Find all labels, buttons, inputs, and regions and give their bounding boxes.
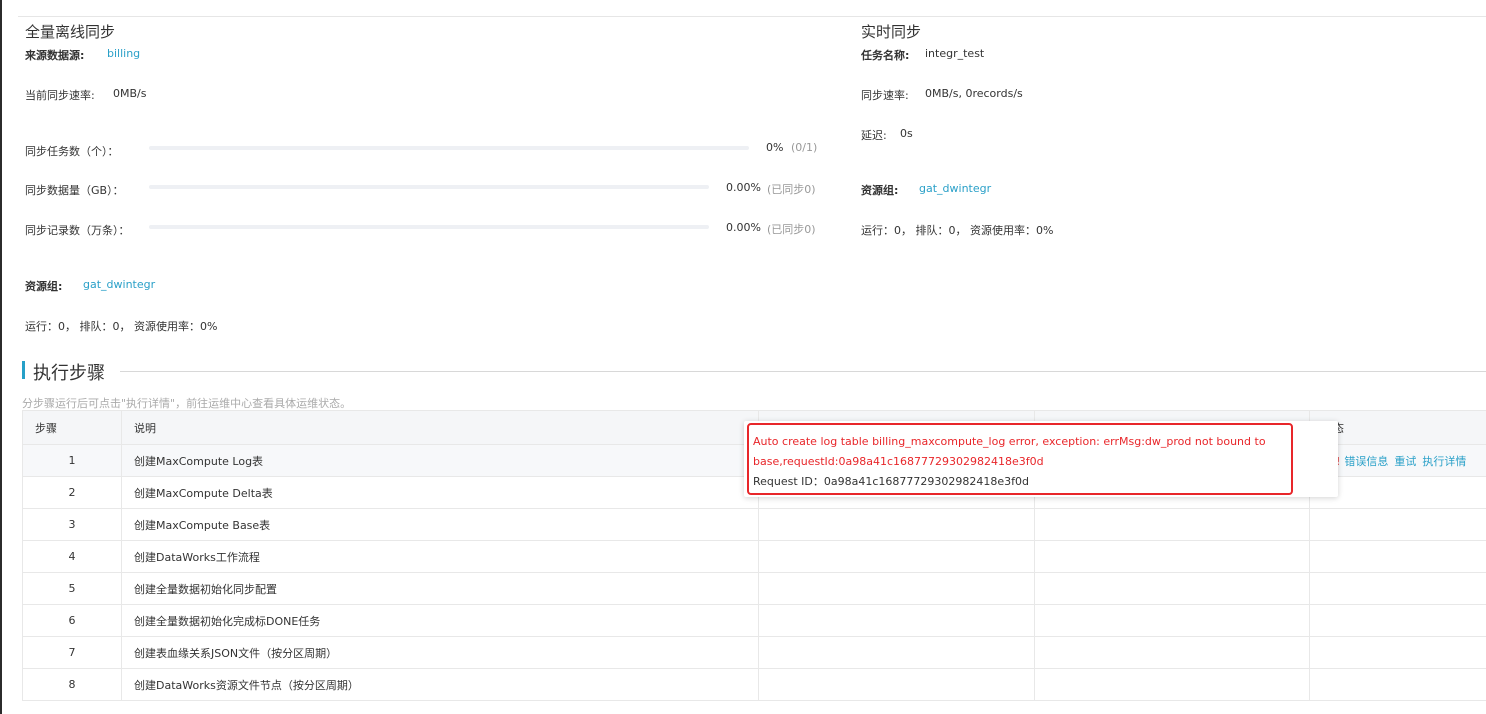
data-volume-label: 同步数据量（GB）： [25, 184, 124, 197]
full-sync-rate-value: 0MB/s [113, 87, 147, 100]
step-number: 3 [22, 508, 122, 541]
records-count-label: 同步记录数（万条）： [25, 224, 130, 237]
full-sync-source-link[interactable]: billing [107, 47, 140, 60]
step-description: 创建全量数据初始化同步配置 [121, 572, 759, 605]
tasks-count-label: 同步任务数（个）： [25, 145, 119, 158]
tasks-percent: 0% [766, 141, 784, 154]
step-cell [758, 508, 1035, 541]
data-volume-detail: (已同步0) [767, 183, 816, 196]
table-row: 3 创建MaxCompute Base表 [22, 508, 1486, 541]
step-cell [1034, 540, 1310, 573]
step-number: 7 [22, 636, 122, 669]
steps-divider [120, 371, 1486, 372]
full-sync-resource-link[interactable]: gat_dwintegr [83, 278, 155, 291]
step-cell [1309, 508, 1486, 541]
step-number: 6 [22, 604, 122, 637]
step-cell [1034, 668, 1310, 701]
realtime-rate-value: 0MB/s, 0records/s [925, 87, 1023, 100]
step-description: 创建MaxCompute Delta表 [121, 476, 759, 509]
step-cell [1309, 572, 1486, 605]
steps-hint: 分步骤运行后可点击"执行详情"，前往运维中心查看具体运维状态。 [22, 397, 352, 410]
step-cell [1034, 604, 1310, 637]
step-description: 创建表血缘关系JSON文件（按分区周期） [121, 636, 759, 669]
realtime-task-label: 任务名称: [861, 49, 910, 62]
step-cell [758, 540, 1035, 573]
step-description: 创建MaxCompute Base表 [121, 508, 759, 541]
realtime-resource-status: 运行：0， 排队：0， 资源使用率：0% [861, 224, 1054, 237]
step-description: 创建DataWorks工作流程 [121, 540, 759, 573]
step-cell [1034, 636, 1310, 669]
step-cell [758, 668, 1035, 701]
realtime-resource-link[interactable]: gat_dwintegr [919, 182, 991, 195]
table-row: 5 创建全量数据初始化同步配置 [22, 572, 1486, 605]
step-cell [1309, 540, 1486, 573]
table-row: 6 创建全量数据初始化完成标DONE任务 [22, 604, 1486, 637]
records-percent: 0.00% [726, 221, 761, 234]
tasks-detail: (0/1) [791, 141, 818, 154]
step-description: 创建DataWorks资源文件节点（按分区周期） [121, 668, 759, 701]
table-row: 4 创建DataWorks工作流程 [22, 540, 1486, 573]
top-divider [18, 16, 1486, 17]
realtime-delay-value: 0s [900, 127, 913, 140]
realtime-delay-label: 延迟: [861, 129, 887, 142]
window-left-edge [0, 0, 2, 714]
records-progress-bar [149, 225, 709, 229]
step-description: 创建MaxCompute Log表 [121, 444, 759, 477]
realtime-rate-label: 同步速率: [861, 89, 909, 102]
table-row: 7 创建表血缘关系JSON文件（按分区周期） [22, 636, 1486, 669]
step-cell [1034, 508, 1310, 541]
tooltip-request-id: Request ID：0a98a41c16877729302982418e3f0… [753, 475, 1030, 488]
step-cell [1034, 572, 1310, 605]
step-number: 2 [22, 476, 122, 509]
step-cell [758, 572, 1035, 605]
steps-title: 执行步骤 [33, 363, 105, 384]
step-number: 1 [22, 444, 122, 477]
tasks-progress-bar [149, 146, 749, 150]
data-volume-percent: 0.00% [726, 181, 761, 194]
step-number: 4 [22, 540, 122, 573]
steps-title-accent [22, 361, 25, 379]
step-cell [1309, 604, 1486, 637]
step-cell [1309, 668, 1486, 701]
execution-detail-link[interactable]: 执行详情 [1422, 455, 1466, 468]
step-cell [1309, 636, 1486, 669]
step-cell [758, 604, 1035, 637]
tooltip-error-message: Auto create log table billing_maxcompute… [753, 435, 1266, 468]
col-header-step: 步骤 [22, 410, 122, 445]
step-cell [758, 636, 1035, 669]
step-description: 创建全量数据初始化完成标DONE任务 [121, 604, 759, 637]
realtime-task-value: integr_test [925, 47, 985, 60]
full-sync-rate-label: 当前同步速率: [25, 89, 95, 102]
realtime-resource-label: 资源组: [861, 184, 899, 197]
step-number: 5 [22, 572, 122, 605]
full-sync-resource-status: 运行：0， 排队：0， 资源使用率：0% [25, 320, 218, 333]
col-header-desc: 说明 [121, 410, 759, 445]
table-row: 8 创建DataWorks资源文件节点（按分区周期） [22, 668, 1486, 701]
full-sync-resource-label: 资源组: [25, 280, 63, 293]
error-info-link[interactable]: 错误信息 [1344, 455, 1388, 468]
retry-link[interactable]: 重试 [1394, 455, 1416, 468]
realtime-sync-title: 实时同步 [861, 23, 922, 41]
records-detail: (已同步0) [767, 223, 816, 236]
full-sync-source-label: 来源数据源: [25, 49, 85, 62]
full-sync-title: 全量离线同步 [25, 23, 116, 41]
data-volume-progress-bar [149, 185, 709, 189]
step-number: 8 [22, 668, 122, 701]
